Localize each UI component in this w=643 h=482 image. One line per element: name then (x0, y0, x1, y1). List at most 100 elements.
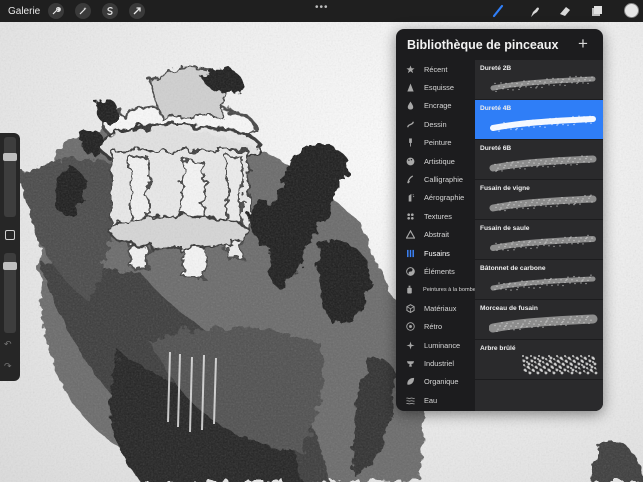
category-label: Dessin (424, 119, 447, 129)
category-item[interactable]: Abstrait (396, 226, 474, 244)
brush-item[interactable]: Dureté 6B (475, 140, 603, 180)
brush-opacity-thumb[interactable] (3, 261, 17, 270)
category-item[interactable]: Luminance (396, 336, 474, 354)
brush-library-panel: Bibliothèque de pinceaux + Récent Esquiss… (396, 29, 603, 411)
brush-name: Fusain de vigne (480, 185, 530, 192)
redo-icon[interactable]: ↷ (4, 361, 12, 372)
category-item[interactable]: Textures (396, 207, 474, 225)
squiggle-icon (405, 119, 415, 129)
category-label: Abstrait (424, 230, 450, 240)
category-list: Récent Esquisse Encrage Dessin Peinture Artis… (396, 60, 476, 409)
category-item[interactable]: Récent (396, 60, 474, 78)
category-label: Esquisse (424, 83, 454, 93)
smudge-icon[interactable] (526, 3, 542, 19)
brush-size-slider[interactable] (4, 137, 16, 217)
category-label: Textures (424, 211, 452, 221)
selection-icon[interactable] (102, 3, 119, 19)
category-label: Rétro (424, 322, 443, 332)
category-label: Encrage (424, 101, 452, 111)
charcoal-icon (405, 248, 415, 258)
category-label: Matériaux (424, 303, 457, 313)
undo-icon[interactable]: ↶ (4, 339, 12, 350)
brush-name: Bâtonnet de carbone (480, 265, 546, 272)
category-label: Peintures à la bombe (423, 286, 476, 293)
star-icon (405, 64, 415, 74)
waves-icon (405, 395, 415, 405)
panel-title: Bibliothèque de pinceaux (407, 38, 559, 52)
category-label: Eau (424, 395, 438, 405)
more-options-icon[interactable]: ••• (315, 2, 329, 13)
brush-item[interactable]: Arbre brûlé (475, 340, 603, 380)
category-label: Industriel (424, 358, 454, 368)
brush-item[interactable]: Fusain de vigne (475, 180, 603, 220)
gallery-button[interactable]: Galerie (8, 6, 40, 17)
brush-stroke-preview (490, 115, 596, 132)
category-item[interactable]: Éléments (396, 262, 474, 280)
category-item[interactable]: Peintures à la bombe (396, 281, 476, 299)
brush-size-thumb[interactable] (3, 152, 17, 161)
add-brush-button[interactable]: + (578, 34, 588, 54)
top-toolbar: Galerie ••• (0, 0, 643, 22)
brush-item[interactable]: Dureté 4B (475, 100, 603, 140)
airbrush-icon (405, 193, 415, 203)
transform-arrow-icon[interactable] (129, 3, 146, 19)
brush-item[interactable]: Bâtonnet de carbone (475, 260, 603, 300)
spray-can-icon (405, 285, 414, 295)
yin-yang-icon (405, 266, 415, 276)
brush-item[interactable]: Morceau de fusain (475, 300, 603, 340)
category-item[interactable]: Matériaux (396, 299, 474, 317)
brush-stroke-preview (489, 155, 597, 173)
brush-name: Arbre brûlé (480, 345, 516, 352)
category-item[interactable]: Dessin (396, 115, 474, 133)
category-label: Artistique (424, 156, 455, 166)
brush-list: Dureté 2B Dureté 4B Dureté 6B Fusain de vig… (475, 60, 603, 411)
brush-item[interactable]: Dureté 2B (475, 60, 603, 100)
calligraphy-icon (405, 175, 415, 185)
modify-button[interactable] (5, 230, 15, 240)
brush-stroke-preview (490, 234, 596, 252)
ink-drop-icon (405, 101, 415, 111)
texture-icon (405, 211, 415, 221)
category-label: Peinture (424, 138, 452, 148)
brush-item[interactable]: Fusain de saule (475, 220, 603, 260)
category-label: Aérographie (424, 193, 465, 203)
brush-name: Dureté 4B (480, 105, 512, 112)
leaf-icon (405, 377, 415, 387)
brush-stroke-preview (522, 355, 598, 375)
brush-name: Dureté 2B (480, 65, 512, 72)
category-label: Récent (424, 64, 448, 74)
category-label: Calligraphie (424, 175, 464, 185)
category-item[interactable]: Industriel (396, 354, 474, 372)
retro-icon (405, 322, 415, 332)
brush-icon[interactable] (490, 3, 506, 19)
wrench-icon[interactable] (48, 3, 65, 19)
brush-name: Fusain de saule (480, 225, 530, 232)
category-label: Éléments (424, 266, 455, 276)
sparkle-icon (405, 340, 415, 350)
category-item[interactable]: Peinture (396, 134, 474, 152)
category-item[interactable]: Calligraphie (396, 170, 474, 188)
category-item[interactable]: Encrage (396, 97, 474, 115)
category-item[interactable]: Rétro (396, 317, 474, 335)
layers-icon[interactable] (589, 3, 605, 19)
category-label: Fusains (424, 248, 450, 258)
magic-wand-icon[interactable] (75, 3, 92, 19)
brush-name: Dureté 6B (480, 145, 512, 152)
category-label: Luminance (424, 340, 461, 350)
eraser-icon[interactable] (557, 3, 573, 19)
category-item[interactable]: Fusains (396, 244, 474, 262)
category-item[interactable]: Aérographie (396, 189, 474, 207)
anvil-icon (405, 358, 415, 368)
category-item[interactable]: Organique (396, 373, 474, 391)
color-icon[interactable] (624, 3, 639, 18)
category-label: Organique (424, 377, 459, 387)
palette-icon (405, 156, 415, 166)
brush-name: Morceau de fusain (480, 305, 538, 312)
category-item[interactable]: Eau (396, 391, 474, 409)
left-sidebar: ↶ ↷ (0, 133, 20, 381)
brush-stroke-preview (489, 194, 597, 212)
brush-stroke-preview (490, 274, 596, 291)
category-item[interactable]: Artistique (396, 152, 474, 170)
category-item[interactable]: Esquisse (396, 78, 474, 96)
brush-stroke-preview (489, 314, 598, 333)
